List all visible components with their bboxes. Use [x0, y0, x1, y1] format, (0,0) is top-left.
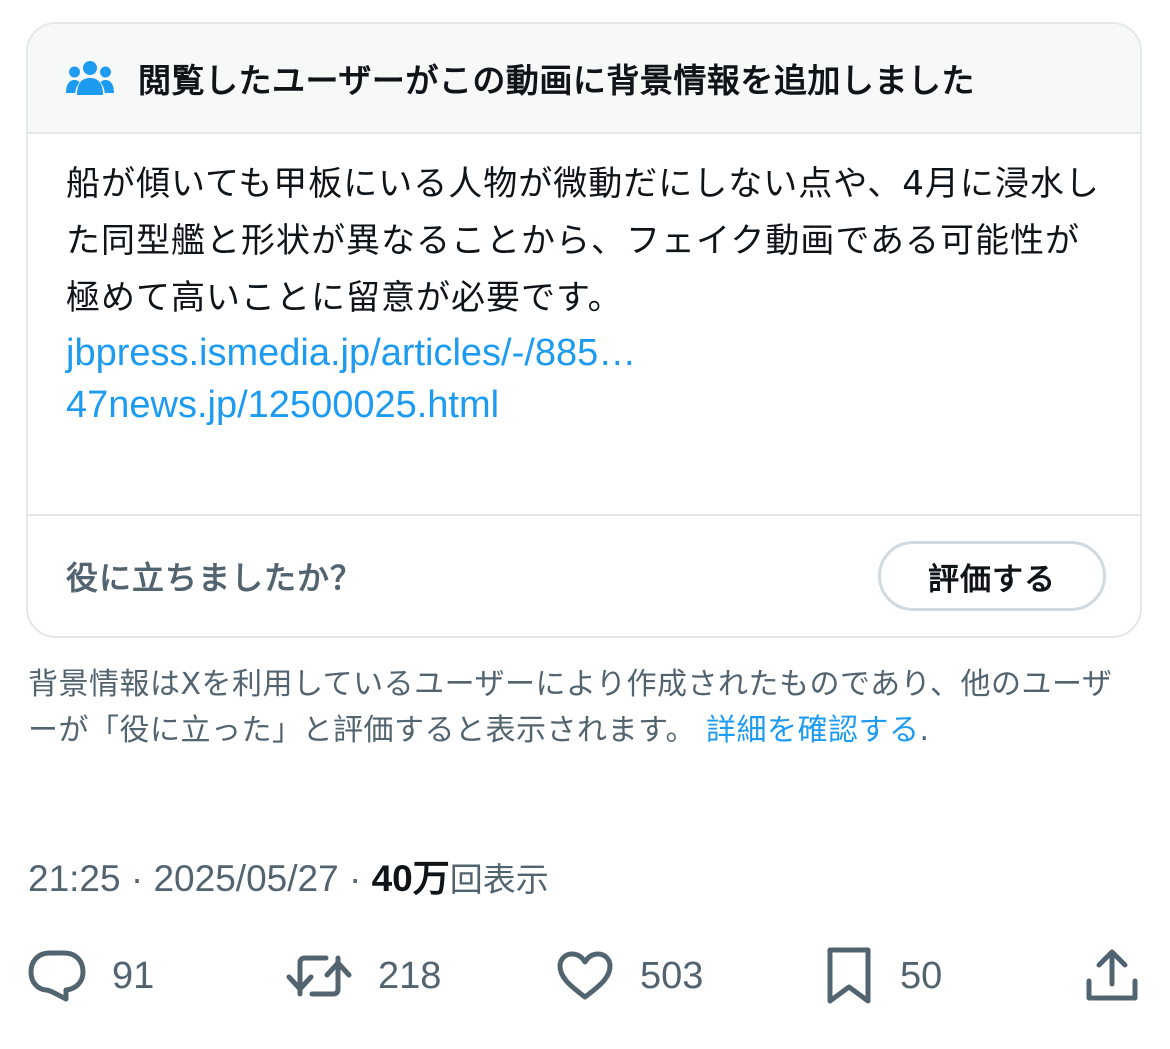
- note-source-link-2[interactable]: 47news.jp/12500025.html: [66, 379, 1104, 431]
- community-note-header: 閲覧したユーザーがこの動画に背景情報を追加しました: [28, 24, 1140, 134]
- meta-separator: ·: [120, 858, 154, 899]
- repost-count: 218: [378, 954, 442, 997]
- share-button[interactable]: [1084, 944, 1140, 1008]
- share-upload-icon: [1084, 948, 1140, 1004]
- community-note-text: 船が傾いても甲板にいる人物が微動だにしない点や、4月に浸水した同型艦と形状が異な…: [66, 164, 1100, 318]
- heart-icon: [556, 950, 614, 1002]
- like-count: 503: [640, 954, 704, 997]
- like-button[interactable]: 503: [556, 944, 703, 1008]
- community-people-icon: [64, 58, 116, 98]
- disclaimer-text: 背景情報はXを利用しているユーザーにより作成されたものであり、他のユーザーが「役…: [28, 667, 1113, 748]
- community-note-title: 閲覧したユーザーがこの動画に背景情報を追加しました: [138, 61, 975, 100]
- repost-arrows-icon: [286, 951, 352, 1001]
- meta-separator: ·: [338, 858, 372, 899]
- reply-button[interactable]: 91: [28, 944, 154, 1008]
- tweet-detail: 閲覧したユーザーがこの動画に背景情報を追加しました 船が傾いても甲板にいる人物が…: [0, 0, 1170, 1049]
- reply-bubble-icon: [28, 948, 86, 1004]
- reply-count: 91: [112, 954, 155, 997]
- repost-button[interactable]: 218: [286, 944, 441, 1008]
- learn-more-link[interactable]: 詳細を確認する: [706, 713, 920, 748]
- views-label: 回表示: [449, 860, 549, 899]
- note-source-link-1[interactable]: jbpress.ismedia.jp/articles/-/885…: [66, 327, 1104, 379]
- community-note-disclaimer: 背景情報はXを利用しているユーザーにより作成されたものであり、他のユーザーが「役…: [28, 662, 1138, 754]
- disclaimer-period: .: [919, 713, 930, 748]
- helpful-question: 役に立ちましたか？: [66, 559, 364, 597]
- bookmark-count: 50: [900, 954, 943, 997]
- tweet-action-bar: 91 218 503 50: [28, 944, 1142, 1008]
- bookmark-button[interactable]: 50: [824, 944, 942, 1008]
- community-note-footer: 役に立ちましたか？ 評価する: [28, 516, 1140, 636]
- tweet-date[interactable]: 2025/05/27: [153, 858, 338, 899]
- rate-button[interactable]: 評価する: [878, 541, 1106, 611]
- community-note-body: 船が傾いても甲板にいる人物が微動だにしない点や、4月に浸水した同型艦と形状が異な…: [28, 134, 1140, 516]
- views-count: 40万: [371, 858, 450, 899]
- bookmark-icon: [824, 946, 874, 1006]
- community-note-card: 閲覧したユーザーがこの動画に背景情報を追加しました 船が傾いても甲板にいる人物が…: [26, 22, 1142, 638]
- tweet-meta: 21:25 · 2025/05/27 · 40万回表示: [28, 848, 549, 902]
- tweet-time[interactable]: 21:25: [28, 858, 121, 899]
